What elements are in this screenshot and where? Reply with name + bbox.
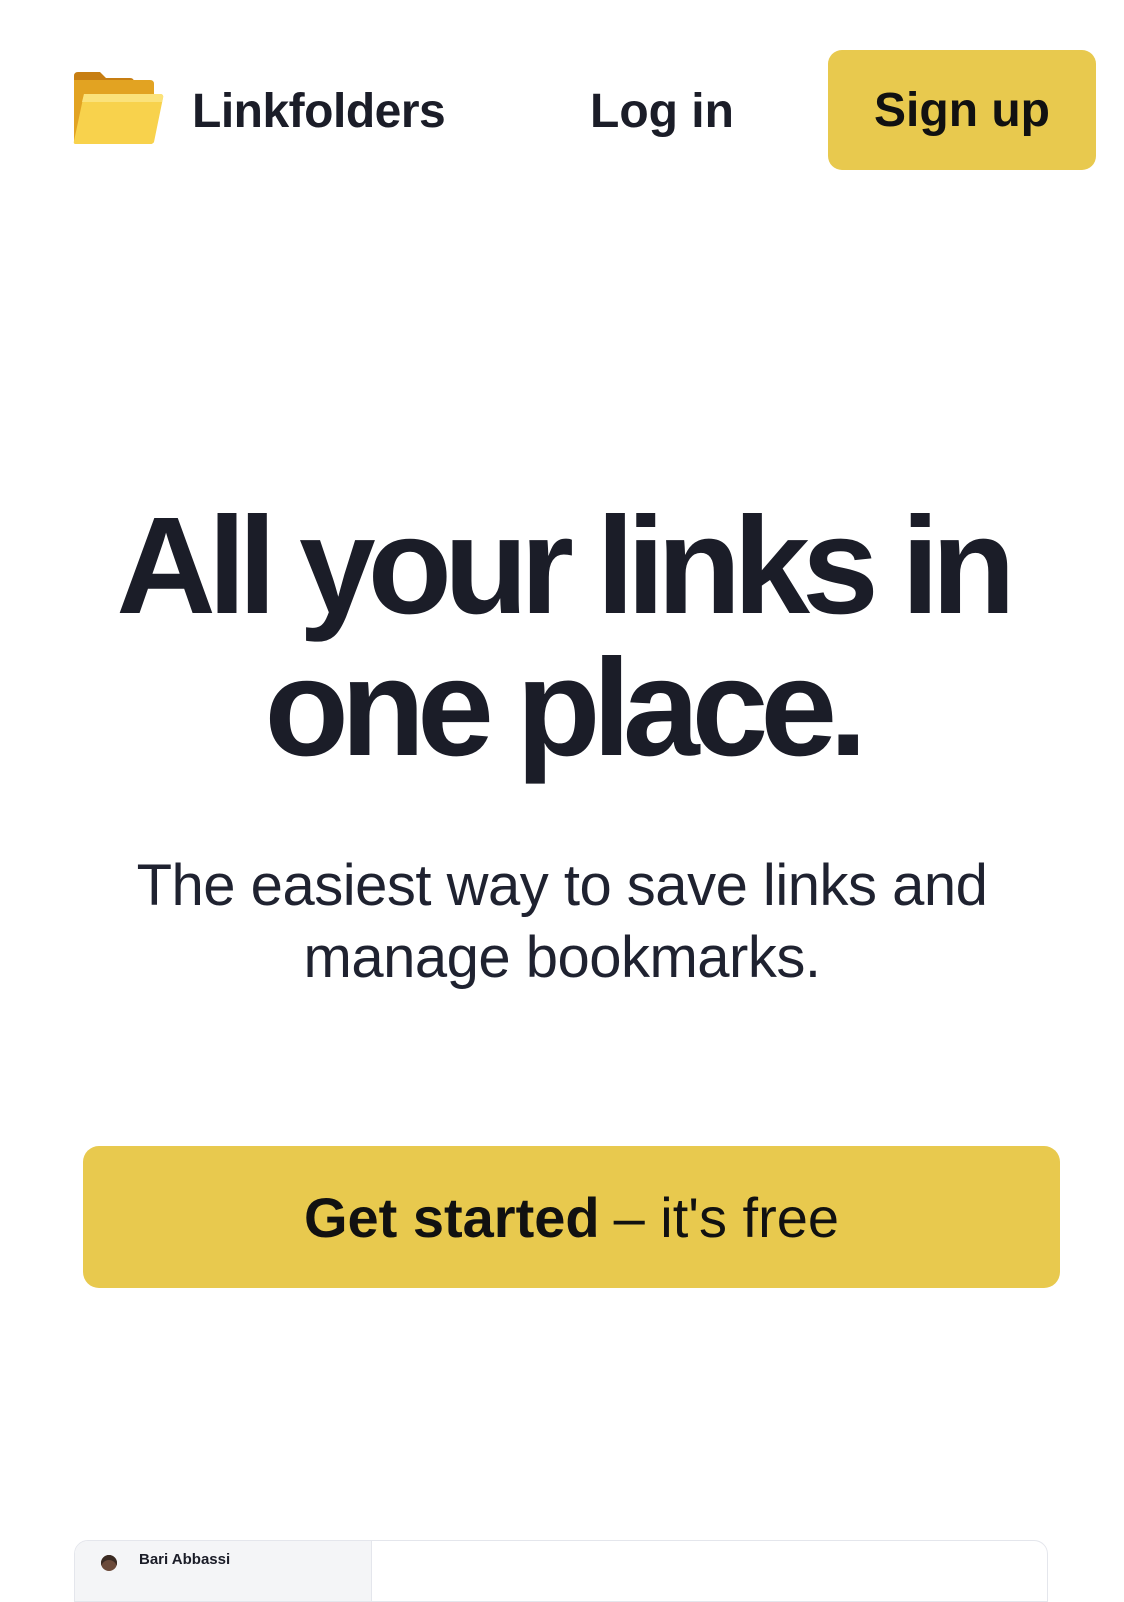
hero-subtitle: The easiest way to save links and manage… (136, 853, 988, 990)
brand-name[interactable]: Linkfolders (192, 82, 446, 142)
folder-icon (73, 72, 164, 144)
hero-title: All your links in one place. (116, 489, 1016, 785)
login-link[interactable]: Log in (590, 82, 734, 142)
preview-sidebar: Bari Abbassi (75, 1541, 372, 1601)
avatar (101, 1555, 117, 1571)
preview-user-name: Bari Abbassi (139, 1551, 231, 1568)
logo-link[interactable] (70, 70, 164, 146)
get-started-button[interactable]: Get started – it's free (83, 1146, 1060, 1288)
signup-button[interactable]: Sign up (828, 50, 1096, 170)
app-preview: Bari Abbassi (74, 1540, 1048, 1602)
site-header: Linkfolders Log in Sign up (0, 0, 1124, 220)
cta-light-text: – it's free (613, 1185, 840, 1249)
cta-strong-text: Get started (303, 1185, 600, 1249)
